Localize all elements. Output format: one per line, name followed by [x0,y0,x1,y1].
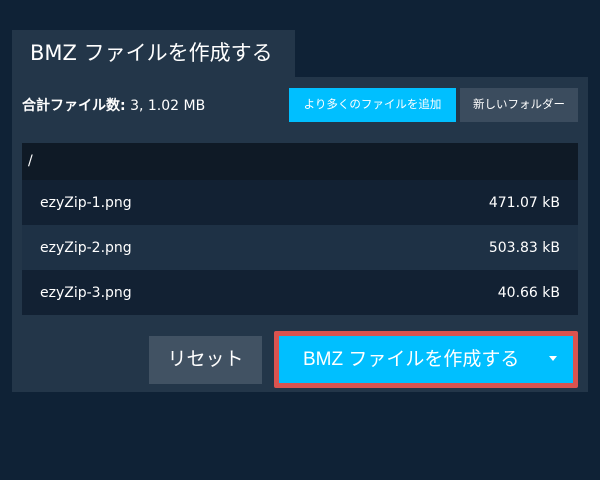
create-button-highlight: BMZ ファイルを作成する [274,331,578,388]
file-size: 471.07 kB [488,194,560,211]
main-panel: 合計ファイル数: 3, 1.02 MB より多くのファイルを追加 新しいフォルダ… [12,77,588,392]
file-summary: 合計ファイル数: 3, 1.02 MB [22,96,205,116]
file-row[interactable]: ezyZip-1.png 471.07 kB [22,180,578,225]
create-button-label: BMZ ファイルを作成する [303,349,520,370]
create-bmz-button[interactable]: BMZ ファイルを作成する [279,336,573,383]
file-name: ezyZip-3.png [40,284,132,301]
new-folder-button[interactable]: 新しいフォルダー [460,88,578,122]
file-row[interactable]: ezyZip-3.png 40.66 kB [22,270,578,315]
page-title-tab: BMZ ファイルを作成する [12,30,295,77]
add-more-files-button[interactable]: より多くのファイルを追加 [289,88,456,122]
current-path[interactable]: / [22,143,578,180]
file-name: ezyZip-1.png [40,194,132,211]
file-list: / ezyZip-1.png 471.07 kB ezyZip-2.png 50… [22,143,578,315]
file-name: ezyZip-2.png [40,239,132,256]
chevron-down-icon[interactable] [549,356,557,361]
summary-label: 合計ファイル数: [22,98,126,114]
summary-value: 3, 1.02 MB [130,98,206,114]
file-size: 503.83 kB [488,239,560,256]
file-size: 40.66 kB [497,284,560,301]
page-title: BMZ ファイルを作成する [30,41,273,65]
file-row[interactable]: ezyZip-2.png 503.83 kB [22,225,578,270]
reset-button[interactable]: リセット [149,336,262,384]
